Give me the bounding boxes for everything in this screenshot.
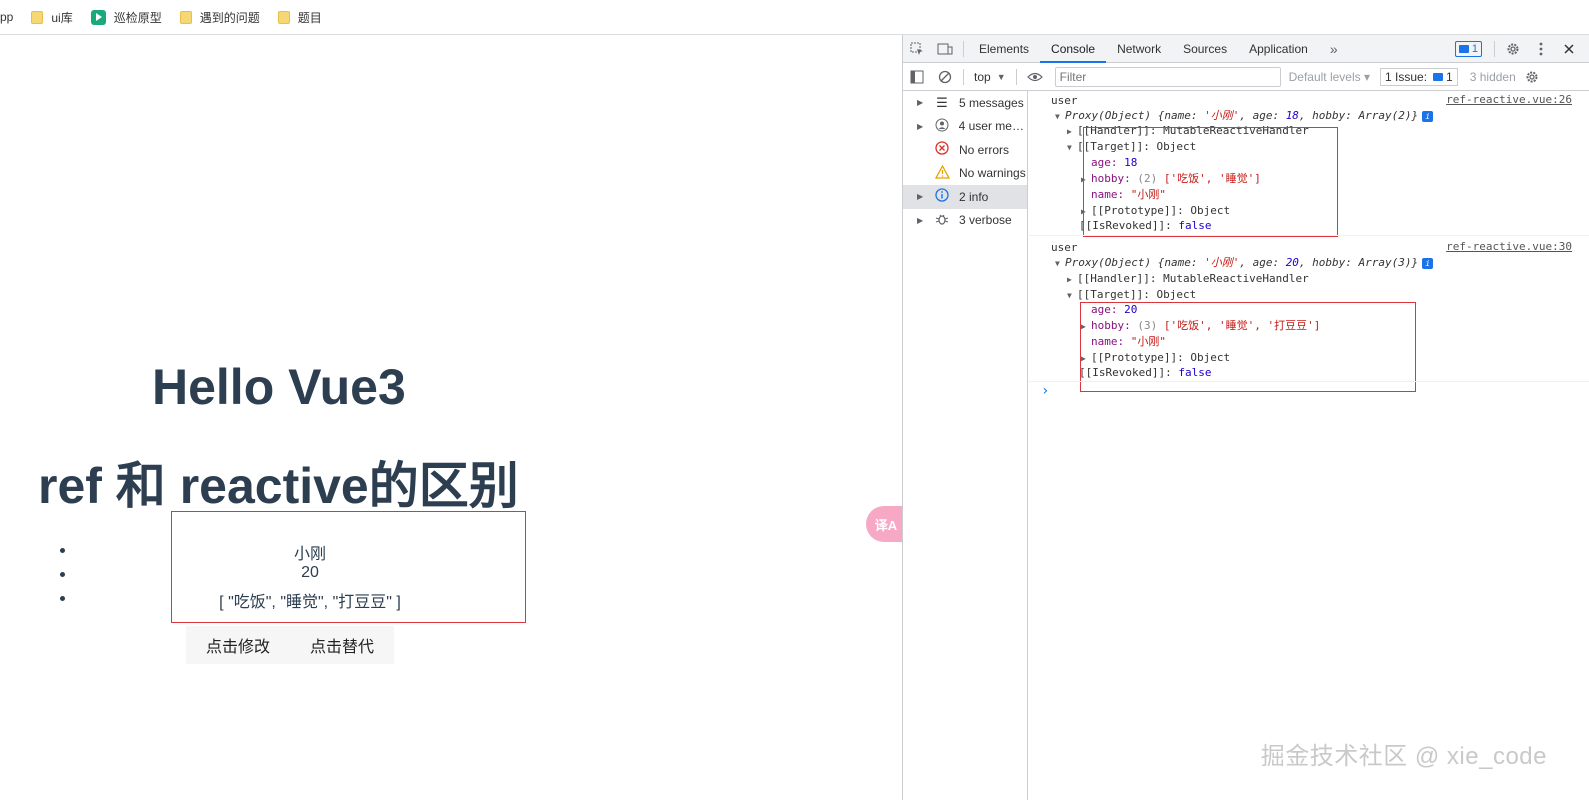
divider <box>1015 68 1017 85</box>
divider <box>963 68 964 85</box>
expand-arrow-icon: ▶ <box>917 215 924 225</box>
user-icon <box>933 118 951 135</box>
filter-input[interactable] <box>1054 66 1281 87</box>
page-subtitle: ref 和 reactive的区别 <box>38 458 519 514</box>
sidebar-item-info[interactable]: ▶ 2 info <box>903 185 1027 209</box>
console-prompt[interactable]: › <box>1041 383 1049 399</box>
play-icon <box>90 9 106 25</box>
log-label: user <box>1051 94 1078 107</box>
bookmark-questions[interactable]: 题目 <box>277 9 322 26</box>
log-summary[interactable]: ▼ Proxy(Object) {name: '小刚', age: 20, hob… <box>1055 255 1434 271</box>
error-icon <box>933 141 951 158</box>
hidden-count: 3 hidden <box>1469 69 1516 84</box>
device-toolbar-icon[interactable] <box>931 35 959 63</box>
divider <box>963 40 964 57</box>
more-tabs-icon[interactable]: » <box>1319 35 1349 63</box>
bug-icon <box>933 212 951 229</box>
sidebar-toggle-icon[interactable] <box>903 63 931 91</box>
sidebar-item-user-messages[interactable]: ▶ 4 user mes... <box>903 115 1027 139</box>
devtools-tabbar: Elements Console Network Sources Applica… <box>903 35 1589 63</box>
highlight-box <box>171 511 526 623</box>
bullet-icon <box>60 548 65 553</box>
message-icon <box>1458 45 1469 53</box>
divider <box>1029 381 1589 382</box>
folder-icon <box>179 10 192 24</box>
info-badge-icon[interactable]: i <box>1422 111 1434 122</box>
collapse-arrow-icon: ▼ <box>1055 259 1060 268</box>
log-source-link[interactable]: ref-reactive.vue:30 <box>1446 240 1572 253</box>
console-output: user ref-reactive.vue:26 ▼ Proxy(Object) … <box>1029 91 1589 800</box>
tab-application[interactable]: Application <box>1238 35 1319 63</box>
divider <box>1494 41 1495 57</box>
button-group: 点击修改 点击替代 <box>186 626 395 664</box>
warning-icon <box>933 164 951 182</box>
collapse-arrow-icon: ▼ <box>1067 143 1072 152</box>
bullet-icon <box>60 596 65 601</box>
translate-icon[interactable]: 译A <box>866 506 906 542</box>
messages-badge[interactable]: 1 <box>1454 41 1482 57</box>
sidebar-item-errors[interactable]: No errors <box>903 138 1027 162</box>
clear-console-icon[interactable] <box>931 63 959 91</box>
devtools-actions: 1 <box>1454 35 1583 63</box>
expand-arrow-icon: ▶ <box>1067 127 1072 136</box>
console-sidebar: ▶ ☰ 5 messages ▶ 4 user mes... No errors… <box>903 91 1028 800</box>
bookmark-problems[interactable]: 遇到的问题 <box>179 9 260 26</box>
bookmark-inspection-prototype[interactable]: 巡检原型 <box>90 9 162 26</box>
page-viewport: Hello Vue3 ref 和 reactive的区别 小刚 20 [ "吃饭… <box>0 36 906 800</box>
sidebar-item-warnings[interactable]: No warnings <box>903 162 1027 186</box>
page-title: Hello Vue3 <box>152 359 406 415</box>
expand-arrow-icon: ▶ <box>917 98 924 108</box>
folder-icon <box>277 10 290 24</box>
devtools-panel: Elements Console Network Sources Applica… <box>902 35 1589 800</box>
expand-arrow-icon: ▶ <box>1067 275 1072 284</box>
tab-elements[interactable]: Elements <box>968 35 1040 63</box>
bookmarks-bar: pp ui库 巡检原型 遇到的问题 题目 <box>0 0 1589 35</box>
target-row[interactable]: ▼ [[Target]]: Object <box>1067 287 1196 303</box>
tab-network[interactable]: Network <box>1106 35 1172 63</box>
folder-icon <box>31 10 44 24</box>
bullet-icon <box>60 572 65 577</box>
log-summary[interactable]: ▼ Proxy(Object) {name: '小刚', age: 18, hob… <box>1055 108 1434 124</box>
log-label: user <box>1051 241 1078 254</box>
settings-gear-icon[interactable] <box>1499 35 1527 63</box>
sidebar-item-messages[interactable]: ▶ ☰ 5 messages <box>903 91 1027 115</box>
log-levels-dropdown[interactable]: Default levels ▾ <box>1289 70 1370 84</box>
divider <box>1029 235 1589 236</box>
console-settings-gear-icon[interactable] <box>1518 63 1546 91</box>
inspect-element-icon[interactable] <box>903 35 931 63</box>
handler-row[interactable]: ▶ [[Handler]]: MutableReactiveHandler <box>1067 271 1309 287</box>
bookmark-apps[interactable]: pp <box>0 10 13 24</box>
expand-arrow-icon: ▶ <box>917 121 924 131</box>
bookmark-ui-lib[interactable]: ui库 <box>31 9 73 26</box>
watermark: 掘金技术社区 @ xie_code <box>1260 743 1547 770</box>
collapse-arrow-icon: ▼ <box>1055 112 1060 121</box>
issues-counter[interactable]: 1 Issue: 1 <box>1380 67 1458 86</box>
more-options-icon[interactable] <box>1527 35 1555 63</box>
console-toolbar: top▼ Default levels ▾ 1 Issue:1 3 hidden <box>903 63 1589 91</box>
dropdown-arrow-icon: ▼ <box>996 71 1006 82</box>
live-expression-eye-icon[interactable] <box>1021 63 1049 91</box>
issue-icon <box>1433 72 1444 81</box>
sidebar-item-verbose[interactable]: ▶ 3 verbose <box>903 209 1027 233</box>
info-badge-icon[interactable]: i <box>1422 258 1434 269</box>
highlight-box <box>1080 302 1416 392</box>
replace-button[interactable]: 点击替代 <box>290 626 395 664</box>
context-selector[interactable]: top ▼ <box>968 70 1012 84</box>
info-icon <box>933 188 951 205</box>
tab-sources[interactable]: Sources <box>1172 35 1238 63</box>
list-icon: ☰ <box>936 94 948 110</box>
log-source-link[interactable]: ref-reactive.vue:26 <box>1446 93 1572 106</box>
close-icon[interactable] <box>1555 35 1583 63</box>
tab-console[interactable]: Console <box>1040 35 1107 63</box>
collapse-arrow-icon: ▼ <box>1067 291 1072 300</box>
highlight-box <box>1083 127 1338 237</box>
modify-button[interactable]: 点击修改 <box>186 626 291 664</box>
expand-arrow-icon: ▶ <box>917 192 924 202</box>
